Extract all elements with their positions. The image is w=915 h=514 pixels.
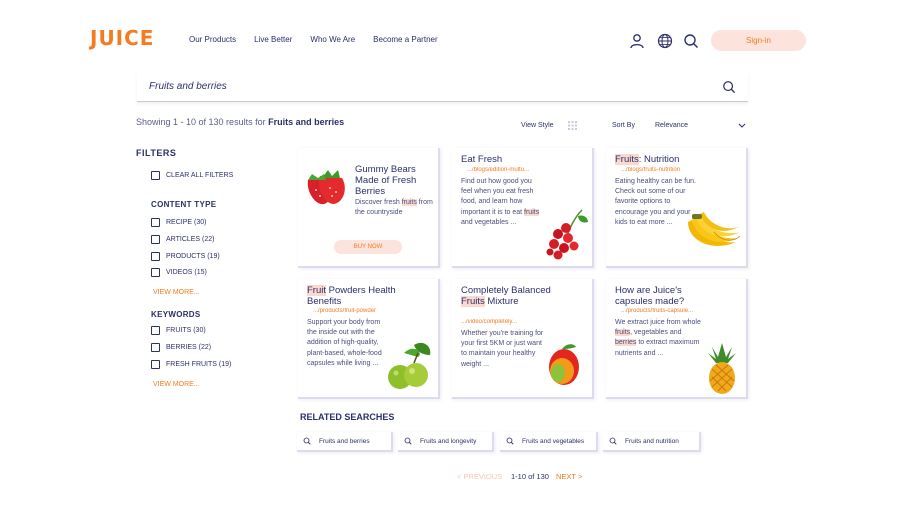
keywords-heading: KEYWORDS [151, 310, 201, 319]
globe-icon[interactable] [657, 33, 673, 49]
filter-berries[interactable]: BERRIES (22) [151, 343, 211, 352]
checkbox[interactable] [151, 326, 160, 335]
related-search-item[interactable]: Fruits and longevity [398, 432, 494, 452]
pagination-next[interactable]: NEXT > [556, 472, 582, 481]
nav-live-better[interactable]: Live Better [254, 35, 292, 44]
result-card-eat-fresh[interactable]: Eat Fresh .../blogs/edition-multu... Fin… [452, 148, 594, 268]
card-description: Find out how good you feel when you eat … [461, 178, 540, 226]
main-nav: Our Products Live Better Who We Are Beco… [189, 35, 438, 44]
card-url[interactable]: .../products/fruit-powder [313, 308, 413, 314]
card-title[interactable]: How are Juice's capsules made? [615, 285, 715, 307]
filters-title: FILTERS [136, 148, 177, 158]
search-bar[interactable]: Fruits and berries [137, 72, 748, 102]
result-card-gummy-bears[interactable]: Gummy Bears Made of Fresh Berries Discov… [298, 148, 440, 268]
search-icon [506, 437, 514, 445]
user-icon[interactable] [629, 33, 645, 49]
related-search-item[interactable]: Fruits and berries [297, 432, 393, 452]
card-description: We extract juice from whole fruits, vege… [615, 319, 701, 357]
card-url[interactable]: .../blogs/edition-multu... [467, 167, 567, 173]
nav-become-partner[interactable]: Become a Partner [373, 35, 437, 44]
results-query: Fruits and berries [268, 117, 345, 127]
related-searches-title: RELATED SEARCHES [300, 412, 395, 422]
view-style-label: View Style [521, 122, 554, 129]
card-description: Support your body from the inside out wi… [307, 319, 382, 367]
pagination-previous[interactable]: < PREVIOUS [457, 472, 502, 481]
checkbox[interactable] [151, 235, 160, 244]
related-search-item[interactable]: Fruits and nutrition [603, 432, 701, 452]
buy-now-button[interactable]: BUY NOW [334, 240, 402, 254]
filter-products[interactable]: PRODUCTS (19) [151, 252, 220, 261]
banana-icon [688, 212, 741, 246]
sort-select[interactable]: Relevance [655, 122, 688, 129]
nav-our-products[interactable]: Our Products [189, 35, 236, 44]
filter-recipe[interactable]: RECIPE (30) [151, 218, 206, 227]
keywords-view-more[interactable]: VIEW MORE... [153, 381, 200, 388]
checkbox[interactable] [151, 360, 160, 369]
filter-fruits[interactable]: FRUITS (30) [151, 326, 206, 335]
content-type-heading: CONTENT TYPE [151, 200, 217, 209]
pagination-range: 1-10 of 130 [511, 472, 549, 481]
search-submit-icon[interactable] [722, 80, 736, 94]
redcurrant-icon [546, 209, 588, 260]
logo[interactable]: JUICE [90, 26, 154, 50]
strawberry-icon [307, 170, 345, 205]
search-icon [609, 437, 617, 445]
signin-button[interactable]: Sign-in [711, 30, 806, 51]
sort-by-label: Sort By [612, 122, 635, 129]
card-title[interactable]: Completely Balanced Fruits Mixture [461, 285, 551, 307]
checkbox[interactable] [151, 268, 160, 277]
card-description: Whether you're training for your first 5… [461, 330, 544, 368]
result-card-fruit-powders[interactable]: Fruit Powders Health Benefits .../produc… [298, 279, 440, 399]
card-title[interactable]: Gummy Bears Made of Fresh Berries [355, 164, 435, 197]
results-summary: Showing 1 - 10 of 130 results for Fruits… [136, 117, 345, 127]
result-card-fruits-nutrition[interactable]: Fruits: Nutrition .../blogs/fruits-nutri… [606, 148, 748, 268]
mango-icon [549, 344, 579, 385]
search-icon [404, 437, 412, 445]
chevron-down-icon[interactable] [738, 121, 746, 129]
card-title[interactable]: Eat Fresh [461, 154, 581, 165]
filter-articles[interactable]: ARTICLES (22) [151, 235, 215, 244]
card-url[interactable]: .../products/fruits-capsule... [621, 308, 721, 314]
pineapple-icon [708, 343, 736, 394]
apple-green-icon [388, 342, 431, 389]
related-search-item[interactable]: Fruits and vegetables [500, 432, 598, 452]
card-title[interactable]: Fruits: Nutrition [615, 154, 740, 165]
nav-who-we-are[interactable]: Who We Are [310, 35, 355, 44]
content-type-view-more[interactable]: VIEW MORE... [153, 289, 200, 296]
search-icon[interactable] [683, 33, 699, 49]
checkbox[interactable] [151, 171, 160, 180]
filter-videos[interactable]: VIDEOS (15) [151, 268, 207, 277]
filter-fresh-fruits[interactable]: FRESH FRUITS (19) [151, 360, 231, 369]
card-description: Discover fresh fruits from the countrysi… [355, 199, 433, 217]
checkbox[interactable] [151, 343, 160, 352]
result-card-balanced-mixture[interactable]: Completely Balanced Fruits Mixture .../v… [452, 279, 594, 399]
checkbox[interactable] [151, 252, 160, 261]
clear-all-filters[interactable]: CLEAR ALL FILTERS [151, 171, 233, 180]
card-title[interactable]: Fruit Powders Health Benefits [307, 285, 402, 307]
card-url[interactable]: .../blogs/fruits-nutrition [621, 167, 721, 173]
search-icon [303, 437, 311, 445]
result-card-capsules-made[interactable]: How are Juice's capsules made? .../produ… [606, 279, 748, 399]
search-input[interactable]: Fruits and berries [149, 81, 722, 92]
checkbox[interactable] [151, 218, 160, 227]
grid-view-icon[interactable] [568, 121, 577, 130]
card-url[interactable]: .../video/completely... [461, 319, 561, 325]
